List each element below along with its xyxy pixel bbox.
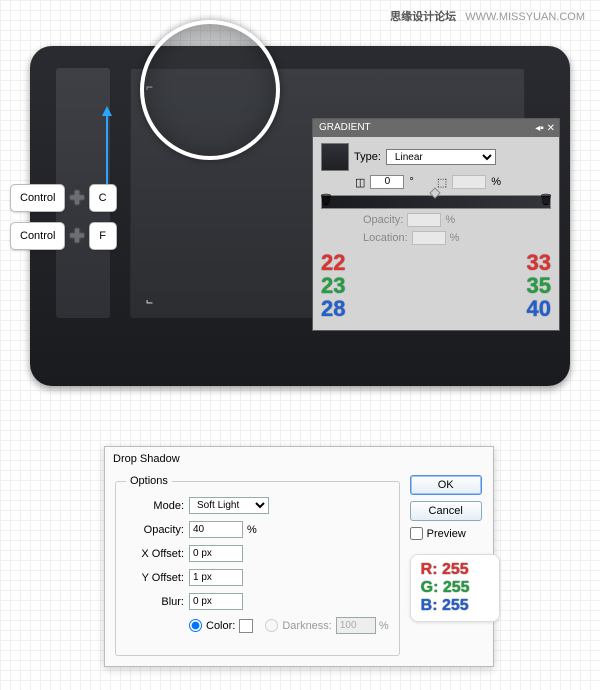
left-stop-rgb: 22 23 28	[321, 251, 345, 320]
color-swatch[interactable]	[239, 619, 253, 633]
xoffset-input[interactable]	[189, 545, 243, 562]
ok-button[interactable]: OK	[410, 475, 482, 495]
mode-select[interactable]: Soft Light	[189, 497, 269, 514]
dialog-title: Drop Shadow	[105, 447, 493, 471]
ratio-input[interactable]	[452, 175, 486, 189]
key-c: C	[89, 184, 117, 212]
cancel-button[interactable]: Cancel	[410, 501, 482, 521]
blur-input[interactable]	[189, 593, 243, 610]
gradient-midpoint[interactable]	[430, 187, 441, 198]
options-legend: Options	[126, 475, 172, 487]
type-select[interactable]: Linear	[386, 149, 496, 165]
panel-controls[interactable]: ◂▪ ✕	[535, 120, 555, 138]
type-label: Type:	[354, 151, 381, 163]
gradient-panel: GRADIENT ◂▪ ✕ Type: Linear ◫ 0 ° ⬚ % 🗑	[312, 118, 560, 331]
color-label: Color:	[206, 620, 235, 632]
opacity-input[interactable]	[407, 213, 441, 227]
crop-mark-bl: ⌐	[146, 296, 153, 310]
blur-label: Blur:	[126, 596, 184, 608]
watermark-cn: 思缘设计论坛	[390, 11, 456, 23]
arrow-up-line	[106, 114, 108, 192]
location-input[interactable]	[412, 231, 446, 245]
key-control-1: Control	[10, 184, 65, 212]
drop-shadow-dialog: Drop Shadow Options Mode: Soft Light Opa…	[104, 446, 494, 667]
darkness-input	[336, 617, 376, 634]
angle-input[interactable]: 0	[370, 175, 404, 189]
opacity-label: Opacity:	[363, 214, 403, 226]
darkness-radio[interactable]	[265, 619, 278, 632]
watermark: 思缘设计论坛 WWW.MISSYUAN.COM	[390, 8, 585, 24]
percent-sign: %	[247, 524, 257, 536]
gradient-panel-title: GRADIENT	[319, 122, 371, 133]
dialog-sidebar: OK Cancel Preview R: 255 G: 255 B: 255	[410, 475, 500, 656]
location-label: Location:	[363, 232, 408, 244]
watermark-url: WWW.MISSYUAN.COM	[465, 11, 585, 23]
key-control-2: Control	[10, 222, 65, 250]
tablet-illustration: ⌐ ⌐ ⌐ Control ✚ C Control ✚ F GRADIENT ◂…	[30, 46, 570, 386]
plus-icon-1: ✚	[69, 188, 84, 209]
gradient-panel-titlebar[interactable]: GRADIENT ◂▪ ✕	[313, 119, 559, 137]
preview-checkbox[interactable]	[410, 527, 423, 540]
key-f: F	[89, 222, 117, 250]
magnifier-lens	[140, 20, 280, 160]
yoffset-input[interactable]	[189, 569, 243, 586]
d-opacity-label: Opacity:	[126, 524, 184, 536]
right-stop-rgb: 33 35 40	[527, 251, 551, 320]
options-fieldset: Options Mode: Soft Light Opacity: % X Of…	[115, 475, 400, 656]
gradient-swatch[interactable]	[321, 143, 349, 171]
shortcut-row-1: Control ✚ C	[10, 184, 117, 212]
gradient-bar[interactable]: 🗑 🗑	[321, 195, 551, 209]
angle-icon: ◫	[355, 176, 365, 189]
mode-label: Mode:	[126, 500, 184, 512]
shortcut-row-2: Control ✚ F	[10, 222, 117, 250]
yoffset-label: Y Offset:	[126, 572, 184, 584]
rgb-readout: R: 255 G: 255 B: 255	[410, 554, 500, 622]
d-opacity-input[interactable]	[189, 521, 243, 538]
preview-checkbox-row[interactable]: Preview	[410, 527, 500, 540]
xoffset-label: X Offset:	[126, 548, 184, 560]
trash-left-icon[interactable]: 🗑	[319, 193, 333, 206]
ratio-icon: ⬚	[437, 176, 447, 189]
trash-right-icon[interactable]: 🗑	[539, 193, 553, 206]
preview-label: Preview	[427, 528, 466, 540]
darkness-label: Darkness:	[282, 620, 332, 632]
color-radio[interactable]	[189, 619, 202, 632]
plus-icon-2: ✚	[69, 226, 84, 247]
